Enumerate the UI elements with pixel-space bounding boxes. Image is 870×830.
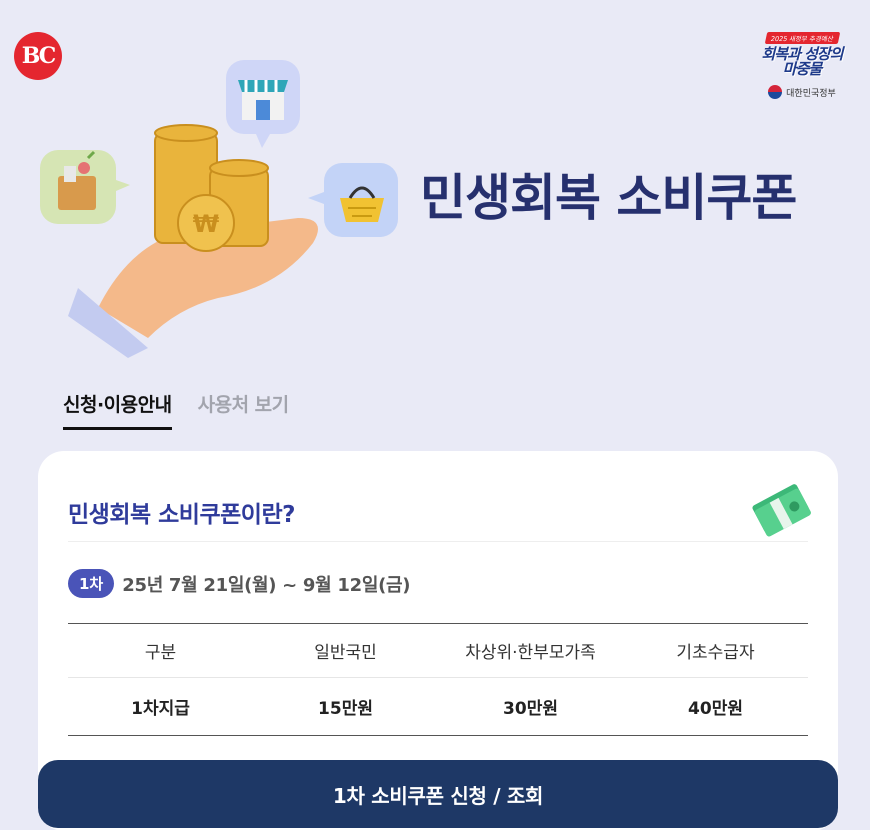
grocery-bag-icon	[40, 150, 130, 224]
shopping-basket-icon	[308, 163, 398, 237]
table-cell: 1차지급	[131, 699, 190, 719]
table-header: 구분	[144, 643, 177, 663]
round-period: 1차 25년 7월 21일(월) ~ 9월 12일(금)	[68, 569, 410, 598]
amount-table: 구분 일반국민 차상위·한부모가족 기초수급자 1차지급 15만원 30만원 4…	[68, 623, 808, 736]
tab-where-to-use[interactable]: 사용처 보기	[198, 390, 290, 430]
apply-check-button[interactable]: 1차 소비쿠폰 신청 / 조회	[38, 760, 838, 828]
table-header: 기초수급자	[676, 643, 755, 663]
table-header-row: 구분 일반국민 차상위·한부모가족 기초수급자	[68, 623, 808, 678]
page-title: 민생회복 소비쿠폰	[420, 169, 797, 227]
card-divider	[68, 541, 808, 542]
table-cell: 30만원	[503, 699, 558, 719]
campaign-tag: 2025 새정부 추경예산	[764, 32, 840, 44]
card-title: 민생회복 소비쿠폰이란?	[68, 502, 295, 528]
table-header: 일반국민	[314, 643, 377, 663]
hand-holding-coins-illustration: ₩	[40, 60, 398, 358]
taegeuk-icon	[768, 85, 783, 99]
svg-text:₩: ₩	[193, 210, 220, 238]
government-name: 대한민국정부	[786, 88, 836, 99]
tab-application-guide[interactable]: 신청·이용안내	[63, 390, 172, 430]
table-row: 1차지급 15만원 30만원 40만원	[68, 678, 808, 736]
government-campaign-badge: 2025 새정부 추경예산 회복과 성장의 마중물 대한민국정부	[756, 26, 848, 99]
round-badge: 1차	[68, 569, 115, 598]
slogan-line-2: 마중물	[782, 60, 822, 78]
table-cell: 40만원	[688, 699, 743, 719]
government-label: 대한민국정부	[756, 85, 848, 99]
table-header: 차상위·한부모가족	[465, 643, 596, 663]
campaign-slogan: 회복과 성장의 마중물	[756, 47, 848, 77]
coin-stack: ₩	[154, 124, 269, 252]
application-period: 25년 7월 21일(월) ~ 9월 12일(금)	[122, 574, 411, 596]
money-bills-icon	[752, 484, 811, 537]
table-cell: 15만원	[318, 699, 373, 719]
tab-bar: 신청·이용안내 사용처 보기	[63, 390, 289, 430]
store-icon	[226, 60, 300, 148]
